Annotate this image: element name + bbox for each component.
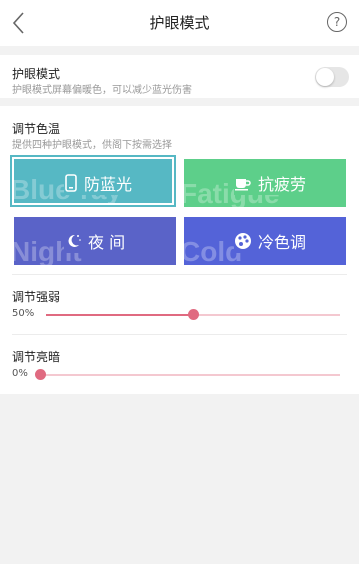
mode-label-box: 防蓝光 bbox=[64, 171, 150, 195]
mode-night-button[interactable]: Night 夜 间 bbox=[14, 217, 176, 265]
mode-label-box: 冷色调 bbox=[234, 229, 324, 253]
mode-label: 冷色调 bbox=[258, 233, 307, 252]
moon-stars-icon bbox=[68, 234, 81, 247]
mode-label: 夜 间 bbox=[88, 233, 126, 252]
mode-label-box: 夜 间 bbox=[64, 229, 154, 253]
brightness-value: 0% bbox=[12, 368, 28, 379]
phone-icon bbox=[65, 174, 77, 192]
slider-fill bbox=[46, 314, 193, 316]
brightness-title: 调节亮暗 bbox=[12, 350, 61, 364]
intensity-title: 调节强弱 bbox=[12, 290, 61, 304]
eye-mode-section: 护眼模式 护眼模式屏幕偏暖色，可以减少蓝光伤害 bbox=[0, 55, 359, 98]
brightness-slider[interactable] bbox=[35, 369, 340, 380]
settings-card: 调节色温 提供四种护眼模式，供阁下按需选择 Blue-ray 防蓝光 Fatig… bbox=[0, 106, 359, 394]
question-circle-icon: ? bbox=[333, 15, 341, 29]
toggle-knob bbox=[316, 68, 334, 86]
eye-mode-toggle[interactable] bbox=[315, 67, 349, 87]
eye-mode-subtitle: 护眼模式屏幕偏暖色，可以减少蓝光伤害 bbox=[12, 85, 192, 96]
mode-cold-button[interactable]: Cold 冷色调 bbox=[184, 217, 346, 265]
intensity-value: 50% bbox=[12, 308, 35, 319]
mode-label: 防蓝光 bbox=[84, 175, 133, 194]
color-temp-subtitle: 提供四种护眼模式，供阁下按需选择 bbox=[12, 140, 172, 151]
mode-label-box: 抗疲劳 bbox=[234, 171, 324, 195]
help-button[interactable]: ? bbox=[327, 12, 347, 32]
slider-thumb[interactable] bbox=[35, 369, 46, 380]
top-bar: 护眼模式 ? bbox=[0, 0, 359, 46]
mode-blue-ray-button[interactable]: Blue-ray 防蓝光 bbox=[10, 155, 176, 207]
color-temp-title: 调节色温 bbox=[12, 122, 61, 136]
page-title: 护眼模式 bbox=[149, 14, 210, 32]
palette-icon bbox=[235, 233, 251, 249]
intensity-slider[interactable] bbox=[46, 309, 340, 320]
mode-fatigue-button[interactable]: Fatigue 抗疲劳 bbox=[184, 159, 346, 207]
mode-label: 抗疲劳 bbox=[258, 175, 307, 194]
slider-thumb[interactable] bbox=[188, 309, 199, 320]
coffee-cup-icon bbox=[235, 179, 251, 191]
eye-mode-title: 护眼模式 bbox=[12, 67, 61, 81]
divider bbox=[12, 334, 347, 335]
divider bbox=[12, 274, 347, 275]
